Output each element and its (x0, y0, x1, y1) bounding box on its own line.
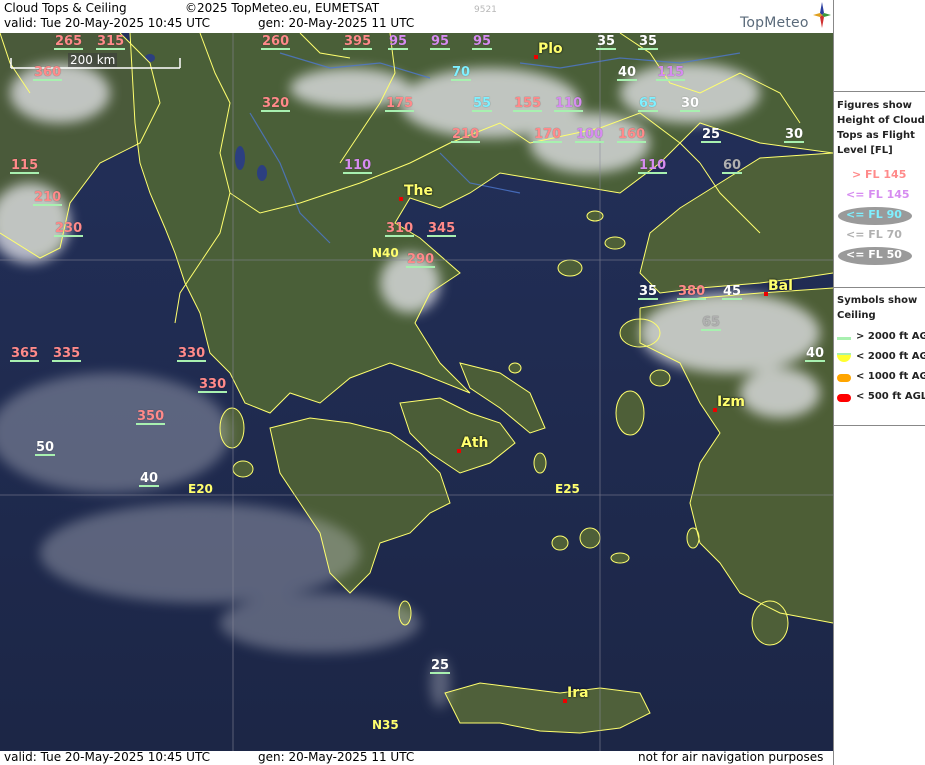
cloud-top-value: 160 (617, 127, 647, 143)
legend-level-le145: <= FL 145 (846, 188, 910, 201)
cloud-top-value: 25 (701, 127, 722, 143)
copyright-text: ©2025 TopMeteo.eu, EUMETSAT (185, 1, 380, 15)
cloud-top-value: 35 (596, 34, 617, 50)
grid-label: E20 (188, 482, 213, 496)
cloud-top-value: 30 (680, 96, 701, 112)
legend-title-line: Level [FL] (837, 145, 893, 156)
legend-title-line: Height of Cloud (837, 115, 925, 126)
ceiling-symbol-label: < 500 ft AGL (856, 391, 925, 402)
generated-time: gen: 20-May-2025 11 UTC (258, 16, 415, 30)
cloud-top-value: 95 (430, 34, 451, 50)
cloud-top-value: 110 (638, 158, 668, 174)
legend-divider (834, 91, 925, 92)
grid-label: E25 (555, 482, 580, 496)
legend-level-le70: <= FL 70 (846, 228, 902, 241)
cloud-top-value: 25 (430, 658, 451, 674)
legend-title-line: Figures show (837, 100, 912, 111)
footer-valid-time: valid: Tue 20-May-2025 10:45 UTC (4, 750, 210, 764)
cloud-top-value: 110 (343, 158, 373, 174)
map-title: Cloud Tops & Ceiling (4, 1, 127, 15)
cloud-top-value: 345 (427, 221, 457, 237)
cloud-top-value: 320 (261, 96, 291, 112)
cloud-top-value: 330 (198, 377, 228, 393)
cloud-top-value: 35 (638, 34, 659, 50)
cloud-top-value: 170 (533, 127, 563, 143)
legend-level-gt145: > FL 145 (852, 168, 907, 181)
header-bar: Cloud Tops & Ceiling ©2025 TopMeteo.eu, … (0, 0, 833, 33)
cloud-top-value: 155 (513, 96, 543, 112)
topmeteo-logo: TopMeteo (740, 2, 832, 31)
ceiling-half-icon (837, 353, 851, 362)
city-label: Ira (567, 685, 589, 701)
cloud-top-value: 35 (638, 284, 659, 300)
cloud-top-value: 110 (554, 96, 584, 112)
city-label: Ath (461, 435, 489, 451)
cloud-top-value: 290 (406, 252, 436, 268)
legend-panel: Figures show Height of Cloud Tops as Fli… (833, 0, 925, 765)
logo-text: TopMeteo (740, 15, 809, 31)
cloud-top-value: 60 (722, 158, 743, 174)
cloud-top-value: 260 (261, 34, 291, 50)
cloud-top-value: 100 (575, 127, 605, 143)
cloud-top-value: 175 (385, 96, 415, 112)
footer-bar: valid: Tue 20-May-2025 10:45 UTC gen: 20… (0, 750, 833, 765)
cloud-top-value: 335 (52, 346, 82, 362)
cloud-top-value: 210 (451, 127, 481, 143)
figures-legend-title: Figures show Height of Cloud Tops as Fli… (837, 98, 925, 158)
footer-generated-time: gen: 20-May-2025 11 UTC (258, 750, 415, 764)
city-label: Izm (717, 394, 745, 410)
cloud-top-value: 365 (10, 346, 40, 362)
cloud-top-value: 95 (472, 34, 493, 50)
cloud-top-value: 95 (388, 34, 409, 50)
legend-title-line: Ceiling (837, 310, 876, 321)
city-label: Plo (538, 41, 563, 57)
cloud-top-value: 40 (617, 65, 638, 81)
cloud-top-value: 115 (656, 65, 686, 81)
cloud-top-value: 115 (10, 158, 40, 174)
cloud-top-value: 65 (638, 96, 659, 112)
city-marker (399, 197, 403, 201)
cloud-top-value: 310 (385, 221, 415, 237)
valid-time: valid: Tue 20-May-2025 10:45 UTC (4, 16, 210, 30)
ceiling-pill-icon (837, 394, 851, 402)
cloud-top-value: 40 (139, 471, 160, 487)
cloud-top-value: 30 (784, 127, 805, 143)
grid-label: N35 (372, 718, 399, 732)
legend-level-le50: <= FL 50 (846, 248, 902, 261)
cloud-top-value: 55 (472, 96, 493, 112)
cloud-top-value: 360 (33, 65, 63, 81)
ceiling-symbol-label: < 1000 ft AGL (856, 371, 925, 382)
city-label: The (404, 183, 434, 199)
ceiling-symbol-label: > 2000 ft AGL (856, 331, 925, 342)
symbols-legend-title: Symbols show Ceiling (837, 293, 917, 323)
cloud-top-value: 210 (33, 190, 63, 206)
ceiling-pill-icon (837, 374, 851, 382)
ceiling-line-icon (837, 337, 851, 340)
city-label: Bal (768, 278, 793, 294)
legend-title-line: Tops as Flight (837, 130, 915, 141)
ceiling-symbol-label: < 2000 ft AGL (856, 351, 925, 362)
grid-label: N40 (372, 246, 399, 260)
cloud-top-value: 50 (35, 440, 56, 456)
cloud-top-value: 70 (451, 65, 472, 81)
cloud-top-value: 265 (54, 34, 84, 50)
legend-level-le90: <= FL 90 (846, 208, 902, 221)
cloud-top-value: 350 (136, 409, 166, 425)
legend-title-line: Symbols show (837, 295, 918, 306)
cloud-top-value: 395 (343, 34, 373, 50)
legend-divider (834, 287, 925, 288)
compass-star-icon (813, 2, 831, 28)
cloud-top-value: 380 (677, 284, 707, 300)
cloud-top-value: 65 (701, 315, 722, 331)
cloud-top-value: 315 (96, 34, 126, 50)
satellite-map[interactable]: 200 km N40 E20 E25 N35 Plo The Bal Izm A… (0, 33, 833, 751)
product-code: 9521 (474, 5, 497, 15)
disclaimer-text: not for air navigation purposes (638, 750, 824, 764)
cloud-top-value: 45 (722, 284, 743, 300)
cloud-top-value: 230 (54, 221, 84, 237)
legend-divider (834, 425, 925, 426)
scale-label: 200 km (68, 53, 118, 67)
cloud-top-value: 330 (177, 346, 207, 362)
cloud-top-value: 40 (805, 346, 826, 362)
